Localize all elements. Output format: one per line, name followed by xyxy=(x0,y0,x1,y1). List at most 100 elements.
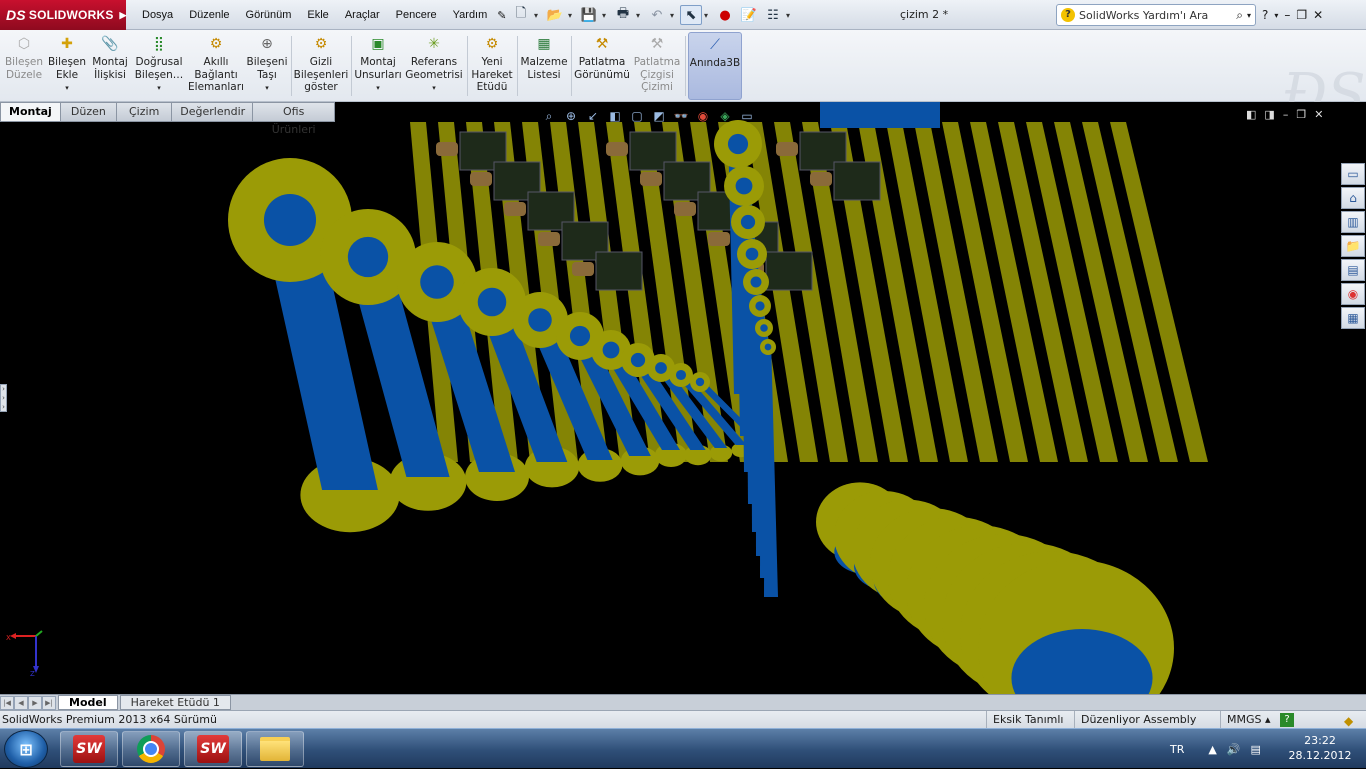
show-hidden-icons-icon[interactable]: ▲ xyxy=(1208,743,1216,756)
volume-icon[interactable]: 🔊 xyxy=(1227,743,1241,756)
open-folder-icon[interactable]: 📂 xyxy=(544,5,566,25)
windows-start-button[interactable]: ⊞ xyxy=(4,730,48,768)
next-tab-icon[interactable]: ▶ xyxy=(28,695,42,710)
undo-icon[interactable]: ↶ xyxy=(646,5,668,25)
help-question-icon[interactable]: ? xyxy=(1280,713,1294,727)
options-icon[interactable]: ☷ xyxy=(762,5,784,25)
taskbar-explorer[interactable] xyxy=(246,731,304,767)
file-properties-icon[interactable]: 📝 xyxy=(738,5,760,25)
linear-pattern-button[interactable]: ⣿ Doğrusal Bileşen… ▾ xyxy=(132,32,186,100)
new-motion-study-button[interactable]: ⚙ Yeni Hareket Etüdü xyxy=(470,32,514,100)
last-tab-icon[interactable]: ▶| xyxy=(42,695,56,710)
view-orientation-icon[interactable]: ▢ xyxy=(628,107,646,125)
chevron-down-icon[interactable]: ▾ xyxy=(376,82,380,95)
mate-button[interactable]: 📎 Montaj İlişkisi xyxy=(90,32,130,100)
chevron-down-icon[interactable]: ▾ xyxy=(786,11,794,20)
tab-sketch[interactable]: Çizim xyxy=(116,102,173,122)
restore-icon[interactable]: ❐ xyxy=(1296,8,1307,22)
unit-system-selector[interactable]: MMGS ▴ xyxy=(1220,711,1277,729)
menu-view[interactable]: Görünüm xyxy=(238,9,300,21)
assembly-features-button[interactable]: ▣ Montaj Unsurları ▾ xyxy=(354,32,402,100)
select-pointer-icon[interactable]: ⬉ xyxy=(680,5,702,25)
feature-manager-expand-handle[interactable]: › › › xyxy=(0,384,7,412)
first-tab-icon[interactable]: |◀ xyxy=(0,695,14,710)
tab-model[interactable]: Model xyxy=(58,695,118,710)
language-indicator[interactable]: TR xyxy=(1170,743,1184,756)
minimize-icon[interactable]: – xyxy=(1284,8,1290,22)
move-component-button[interactable]: ⊕ Bileşeni Taşı ▾ xyxy=(246,32,288,100)
menu-file[interactable]: Dosya xyxy=(134,9,181,21)
chevron-down-icon[interactable]: ▾ xyxy=(534,11,542,20)
help-search-box[interactable]: ? SolidWorks Yardım'ı Ara ⌕ ▾ xyxy=(1056,4,1256,26)
zoom-to-area-icon[interactable]: ⊕ xyxy=(562,107,580,125)
menu-edit[interactable]: Düzenle xyxy=(181,9,237,21)
apply-scene-icon[interactable]: ◈ xyxy=(716,107,734,125)
print-icon[interactable]: 🖶 xyxy=(612,5,634,25)
edit-appearance-icon[interactable]: ◉ xyxy=(694,107,712,125)
solidworks-resources-icon[interactable]: ▭ xyxy=(1341,163,1365,185)
solidworks-menu-button[interactable]: DS SOLIDWORKS ▶ xyxy=(0,0,126,30)
chevron-down-icon[interactable]: ▾ xyxy=(670,11,678,20)
taskbar-solidworks-1[interactable]: SW xyxy=(60,731,118,767)
menu-window[interactable]: Pencere xyxy=(388,9,445,21)
pin-icon[interactable]: ✎ xyxy=(495,9,508,22)
previous-tab-icon[interactable]: ◀ xyxy=(14,695,28,710)
chevron-down-icon[interactable]: ▾ xyxy=(1247,11,1251,20)
section-view-icon[interactable]: ◧ xyxy=(606,107,624,125)
network-icon[interactable]: ▤ xyxy=(1251,743,1261,756)
insert-component-button[interactable]: ✚ Bileşen Ekle ▾ xyxy=(46,32,88,100)
chevron-down-icon[interactable]: ▾ xyxy=(1274,11,1278,20)
close-icon[interactable]: ✕ xyxy=(1313,8,1323,22)
home-icon[interactable]: ⌂ xyxy=(1341,187,1365,209)
tab-evaluate[interactable]: Değerlendir xyxy=(171,102,254,122)
menu-insert[interactable]: Ekle xyxy=(299,9,336,21)
minimize-icon[interactable]: – xyxy=(1283,108,1289,121)
previous-view-icon[interactable]: ↙ xyxy=(584,107,602,125)
view-palette-icon[interactable]: ▤ xyxy=(1341,259,1365,281)
system-clock[interactable]: 23:22 28.12.2012 xyxy=(1284,733,1356,763)
exploded-view-button[interactable]: ⚒ Patlatma Görünümü xyxy=(574,32,630,100)
chevron-down-icon[interactable]: ▾ xyxy=(602,11,610,20)
appearances-icon[interactable]: ◉ xyxy=(1341,283,1365,305)
explode-line-sketch-button[interactable]: ⚒ Patlatma Çizgisi Çizimi xyxy=(632,32,682,100)
tab-layout[interactable]: Düzen xyxy=(59,102,118,122)
previous-arrow-icon[interactable]: ◧ xyxy=(1246,108,1256,121)
menu-tools[interactable]: Araçlar xyxy=(337,9,388,21)
save-icon[interactable]: 💾 xyxy=(578,5,600,25)
taskbar-solidworks-2[interactable]: SW xyxy=(184,731,242,767)
tab-motion-study-1[interactable]: Hareket Etüdü 1 xyxy=(119,695,231,710)
close-icon[interactable]: ✕ xyxy=(1314,108,1323,121)
search-icon[interactable]: ⌕ xyxy=(1236,8,1243,23)
file-explorer-icon[interactable]: 📁 xyxy=(1341,235,1365,257)
chevron-down-icon[interactable]: ▾ xyxy=(568,11,576,20)
smart-fasteners-button[interactable]: ⚙ Akıllı Bağlantı Elemanları xyxy=(188,32,244,100)
chevron-down-icon[interactable]: ▾ xyxy=(157,82,161,95)
menu-help[interactable]: Yardım xyxy=(445,9,496,21)
restore-icon[interactable]: ❐ xyxy=(1296,108,1306,121)
instant3d-button[interactable]: ⟋ Anında3B xyxy=(688,32,742,100)
taskbar-chrome[interactable] xyxy=(122,731,180,767)
tab-assembly[interactable]: Montaj xyxy=(0,102,61,122)
hide-show-items-icon[interactable]: 👓 xyxy=(672,107,690,125)
help-search-input[interactable]: SolidWorks Yardım'ı Ara xyxy=(1079,9,1232,22)
view-settings-icon[interactable]: ▭ xyxy=(738,107,756,125)
show-hidden-components-button[interactable]: ⚙ Gizli Bileşenleri göster xyxy=(294,32,349,100)
help-icon[interactable]: ? xyxy=(1262,8,1268,22)
chevron-down-icon[interactable]: ▾ xyxy=(636,11,644,20)
new-document-icon[interactable]: 🗋 xyxy=(510,5,532,25)
chevron-down-icon[interactable]: ▾ xyxy=(704,11,712,20)
assembly-3d-model[interactable] xyxy=(0,102,1366,695)
next-arrow-icon[interactable]: ◨ xyxy=(1264,108,1274,121)
custom-properties-icon[interactable]: ▦ xyxy=(1341,307,1365,329)
graphics-area[interactable] xyxy=(0,102,1366,695)
zoom-to-fit-icon[interactable]: ⌕ xyxy=(540,107,558,125)
chevron-down-icon[interactable]: ▾ xyxy=(265,82,269,95)
chevron-down-icon[interactable]: ▾ xyxy=(65,82,69,95)
reference-geometry-button[interactable]: ✳ Referans Geometrisi ▾ xyxy=(404,32,464,100)
chevron-down-icon[interactable]: ▾ xyxy=(432,82,436,95)
display-style-icon[interactable]: ◩ xyxy=(650,107,668,125)
tab-office-products[interactable]: Ofis Ürünleri xyxy=(252,102,336,136)
design-library-icon[interactable]: ▥ xyxy=(1341,211,1365,233)
edit-component-button[interactable]: ⬡ Bileşen Düzele xyxy=(4,32,44,100)
rebuild-icon[interactable]: ● xyxy=(714,5,736,25)
